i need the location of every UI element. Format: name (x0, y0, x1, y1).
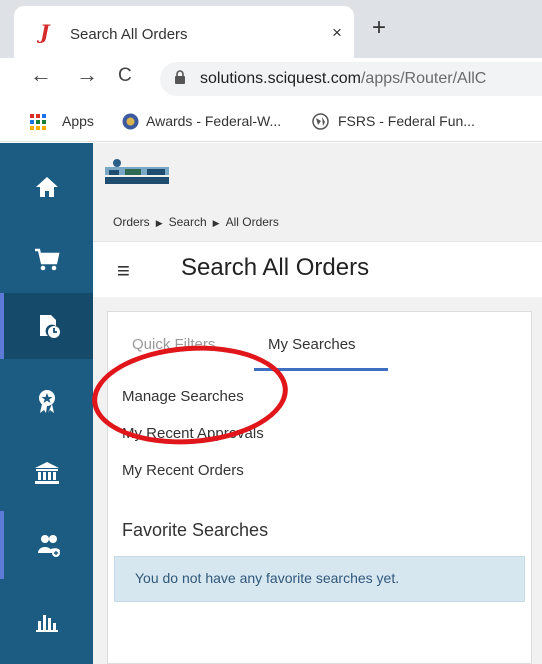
marketplace-logo[interactable] (101, 157, 173, 187)
tab-my-searches[interactable]: My Searches (268, 336, 356, 353)
apps-grid-icon[interactable] (30, 114, 46, 130)
favorites-empty-text: You do not have any favorite searches ye… (135, 570, 400, 586)
institution-icon (34, 462, 59, 484)
breadcrumb-orders[interactable]: Orders (113, 215, 150, 229)
bookmark-awards[interactable]: Awards - Federal-W... (146, 113, 281, 129)
globe-seal-icon (122, 113, 139, 130)
tab-title: Search All Orders (70, 26, 188, 43)
url-text: solutions.sciquest.com/apps/Router/AllC (200, 70, 487, 87)
jaggaer-favicon-icon: J (40, 20, 50, 44)
reload-button[interactable]: C (118, 65, 132, 87)
browser-toolbar: ← → C solutions.sciquest.com/apps/Router… (0, 58, 542, 100)
lock-icon (175, 70, 185, 84)
address-bar[interactable]: solutions.sciquest.com/apps/Router/AllC (160, 62, 542, 96)
browser-tabstrip: J Search All Orders × + (0, 0, 542, 58)
breadcrumb-search[interactable]: Search (169, 215, 207, 229)
menu-icon[interactable]: ≡ (117, 258, 130, 284)
home-icon (35, 177, 58, 197)
page-header: ≡ Search All Orders (93, 241, 542, 297)
cart-icon (34, 248, 59, 271)
forward-button[interactable]: → (76, 62, 98, 88)
sidebar-item-home[interactable] (0, 155, 93, 219)
close-tab-icon[interactable]: × (332, 23, 342, 43)
sidebar-item-awards[interactable] (0, 369, 93, 433)
new-tab-button[interactable]: + (372, 14, 386, 42)
bookmark-fsrs[interactable]: FSRS - Federal Fun... (338, 113, 475, 129)
app-sidebar (0, 143, 93, 664)
users-icon (37, 535, 60, 557)
my-recent-orders-link[interactable]: My Recent Orders (122, 462, 244, 479)
breadcrumb-separator-icon: ▶ (155, 218, 163, 228)
globe-icon (312, 113, 329, 130)
bookmark-apps[interactable]: Apps (62, 113, 94, 129)
back-button[interactable]: ← (30, 62, 52, 88)
sidebar-item-cart[interactable] (0, 227, 93, 291)
page-title: Search All Orders (181, 254, 370, 281)
bar-chart-icon (35, 615, 58, 632)
sidebar-item-orders[interactable] (0, 293, 93, 359)
favorite-searches-heading: Favorite Searches (122, 520, 269, 540)
orders-icon (39, 315, 60, 338)
breadcrumb-all-orders: All Orders (225, 215, 279, 229)
breadcrumb: Orders ▶ Search ▶ All Orders (113, 215, 279, 229)
sidebar-item-institution[interactable] (0, 441, 93, 505)
awards-icon (38, 390, 55, 413)
browser-tab[interactable]: J Search All Orders × (14, 6, 354, 58)
sidebar-item-users[interactable] (0, 511, 93, 579)
bookmarks-bar: Apps Awards - Federal-W... FSRS - Federa… (0, 100, 542, 142)
favorites-empty-message: You do not have any favorite searches ye… (114, 556, 525, 602)
breadcrumb-separator-icon: ▶ (212, 218, 220, 228)
sidebar-item-reports[interactable] (0, 589, 93, 653)
